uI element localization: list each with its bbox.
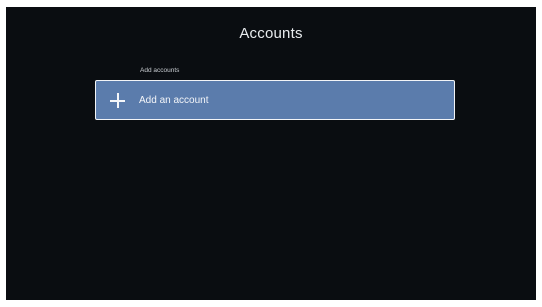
section-label-add-accounts: Add accounts — [140, 67, 180, 74]
plus-icon — [110, 93, 125, 108]
add-account-label: Add an account — [139, 95, 209, 106]
accounts-screen: Accounts Add accounts Add an account — [6, 7, 536, 300]
page-title: Accounts — [239, 25, 303, 42]
add-account-button[interactable]: Add an account — [95, 80, 455, 120]
